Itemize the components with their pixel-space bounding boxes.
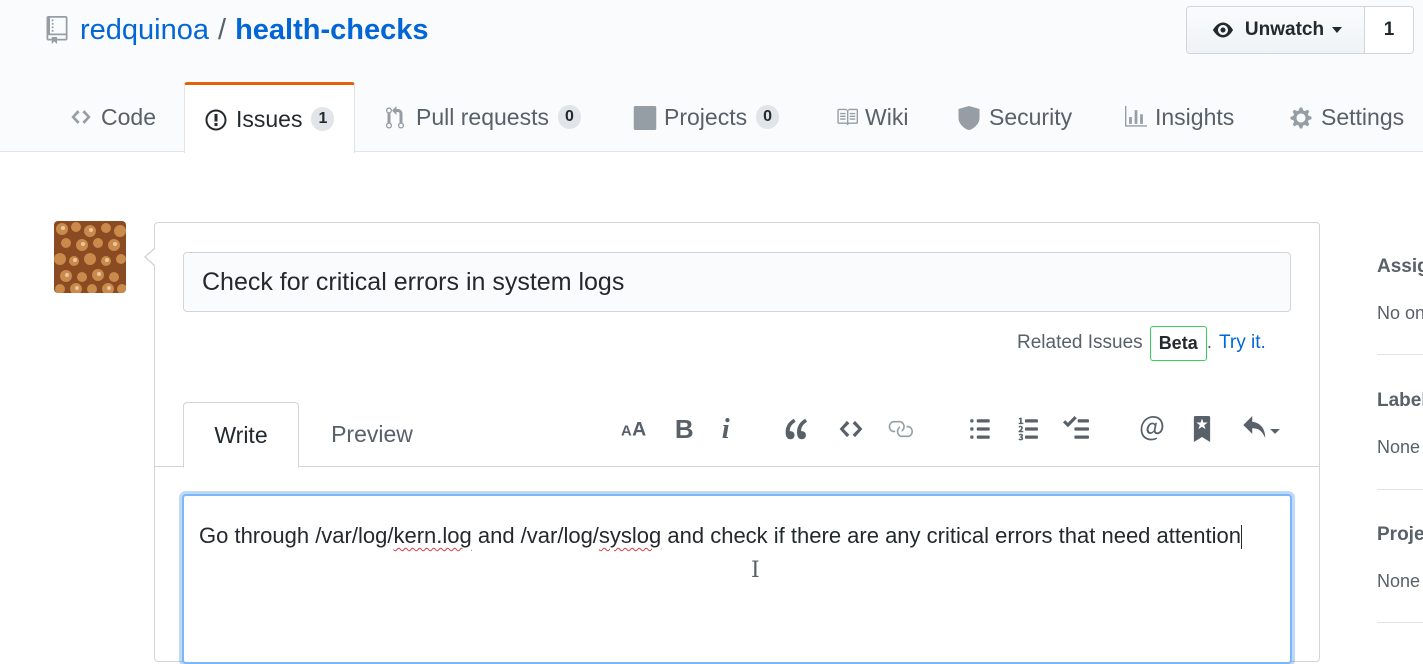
repo-path-separator: / <box>218 13 227 46</box>
git-pull-request-icon <box>385 106 407 129</box>
italic-icon[interactable]: i <box>712 414 742 444</box>
body-text-part: Go through /var/log/ <box>199 523 394 548</box>
tab-security[interactable]: Security <box>958 82 1072 152</box>
tab-code[interactable]: Code <box>70 82 156 152</box>
misspelled-word: kern.log <box>393 523 472 548</box>
tab-label: Security <box>989 103 1073 130</box>
text-cursor <box>1240 525 1242 550</box>
unwatch-button[interactable]: Unwatch <box>1187 7 1365 53</box>
assignees-value: No one <box>1377 303 1423 323</box>
code-icon <box>70 106 92 128</box>
labels-heading: Labels <box>1377 390 1423 411</box>
sidebar-labels[interactable]: Labels None yet <box>1377 390 1423 458</box>
watch-group: Unwatch 1 <box>1186 6 1414 54</box>
unwatch-label: Unwatch <box>1244 19 1325 40</box>
tab-pull-requests[interactable]: Pull requests 0 <box>385 82 581 152</box>
tab-projects[interactable]: Projects 0 <box>633 82 779 152</box>
related-issues-label: Related Issues <box>1017 332 1143 353</box>
projects-value: None yet <box>1377 571 1423 591</box>
repo-icon <box>46 16 68 44</box>
gear-icon <box>1290 106 1312 129</box>
unordered-list-icon[interactable] <box>965 414 995 444</box>
svg-text:B: B <box>675 416 694 442</box>
repo-name-link[interactable]: health-checks <box>235 14 428 47</box>
tab-preview[interactable]: Preview <box>305 402 439 467</box>
beta-badge: Beta <box>1149 325 1207 361</box>
body-text-part: and check if there are any critical erro… <box>661 523 1241 548</box>
projects-counter: 0 <box>756 105 779 129</box>
bold-icon[interactable]: B <box>669 414 699 444</box>
ordered-list-icon[interactable] <box>1014 414 1044 444</box>
try-it-link[interactable]: Try it. <box>1219 332 1266 354</box>
tab-write[interactable]: Write <box>183 402 299 468</box>
graph-icon <box>1124 106 1147 128</box>
bookmark-icon[interactable] <box>1187 414 1217 444</box>
repo-owner-link[interactable]: redquinoa <box>80 14 209 47</box>
tab-settings[interactable]: Settings <box>1290 82 1404 152</box>
tab-wiki[interactable]: Wiki <box>834 82 908 152</box>
code-icon[interactable] <box>836 414 866 444</box>
tab-label: Settings <box>1321 103 1405 130</box>
reply-icon[interactable] <box>1238 414 1286 444</box>
sidebar-assignees[interactable]: Assignees No one <box>1377 256 1423 324</box>
ibeam-cursor-icon: I <box>751 558 760 583</box>
comment-arrow-fill <box>146 249 155 265</box>
svg-text:A: A <box>632 419 646 441</box>
tab-label: Pull requests <box>416 103 549 130</box>
issues-counter: 1 <box>311 107 335 131</box>
tab-label: Wiki <box>865 103 909 130</box>
tab-label: Code <box>101 103 156 130</box>
tab-label: Issues <box>236 105 303 132</box>
pull-requests-counter: 0 <box>557 105 581 129</box>
header-icon[interactable]: AA <box>619 414 649 444</box>
repo-title: redquinoa / health-checks <box>46 10 428 50</box>
tab-label: Insights <box>1155 103 1235 130</box>
tab-label: Projects <box>664 103 748 130</box>
tab-insights[interactable]: Insights <box>1124 82 1234 152</box>
issue-opened-icon <box>205 108 227 131</box>
repo-nav: Code Issues 1 Pull requests 0 Projects 0 <box>0 82 1423 153</box>
related-issues: Related Issues Beta . Try it. <box>1017 324 1266 362</box>
quote-icon[interactable] <box>782 414 812 444</box>
chevron-down-icon <box>1332 27 1343 33</box>
sidebar-divider <box>1377 489 1423 490</box>
sidebar-divider <box>1377 354 1423 355</box>
assignees-heading: Assignees <box>1377 256 1423 277</box>
svg-text:A: A <box>621 424 632 440</box>
project-icon <box>633 106 657 130</box>
repo-header: redquinoa / health-checks Unwatch 1 Code… <box>0 0 1423 153</box>
issue-body-textarea[interactable]: Go through /var/log/kern.log and /var/lo… <box>182 494 1292 664</box>
book-icon <box>834 106 858 128</box>
projects-heading: Projects <box>1377 524 1423 545</box>
mention-icon[interactable] <box>1137 414 1167 444</box>
body-text-part: and /var/log/ <box>471 523 599 548</box>
labels-value: None yet <box>1377 437 1423 457</box>
eye-icon <box>1209 20 1237 40</box>
avatar[interactable] <box>54 221 126 293</box>
related-issues-dot: . <box>1206 332 1212 353</box>
shield-icon <box>958 106 980 130</box>
task-list-icon[interactable] <box>1061 414 1091 444</box>
link-icon[interactable] <box>885 414 915 444</box>
sidebar-projects[interactable]: Projects None yet <box>1377 524 1423 592</box>
watchers-count[interactable]: 1 <box>1365 7 1413 53</box>
svg-text:i: i <box>722 416 730 442</box>
misspelled-word: syslog <box>598 523 662 548</box>
tab-issues[interactable]: Issues 1 <box>184 82 356 153</box>
sidebar-divider <box>1377 622 1423 623</box>
issue-title-input[interactable]: Check for critical errors in system logs <box>183 252 1291 312</box>
